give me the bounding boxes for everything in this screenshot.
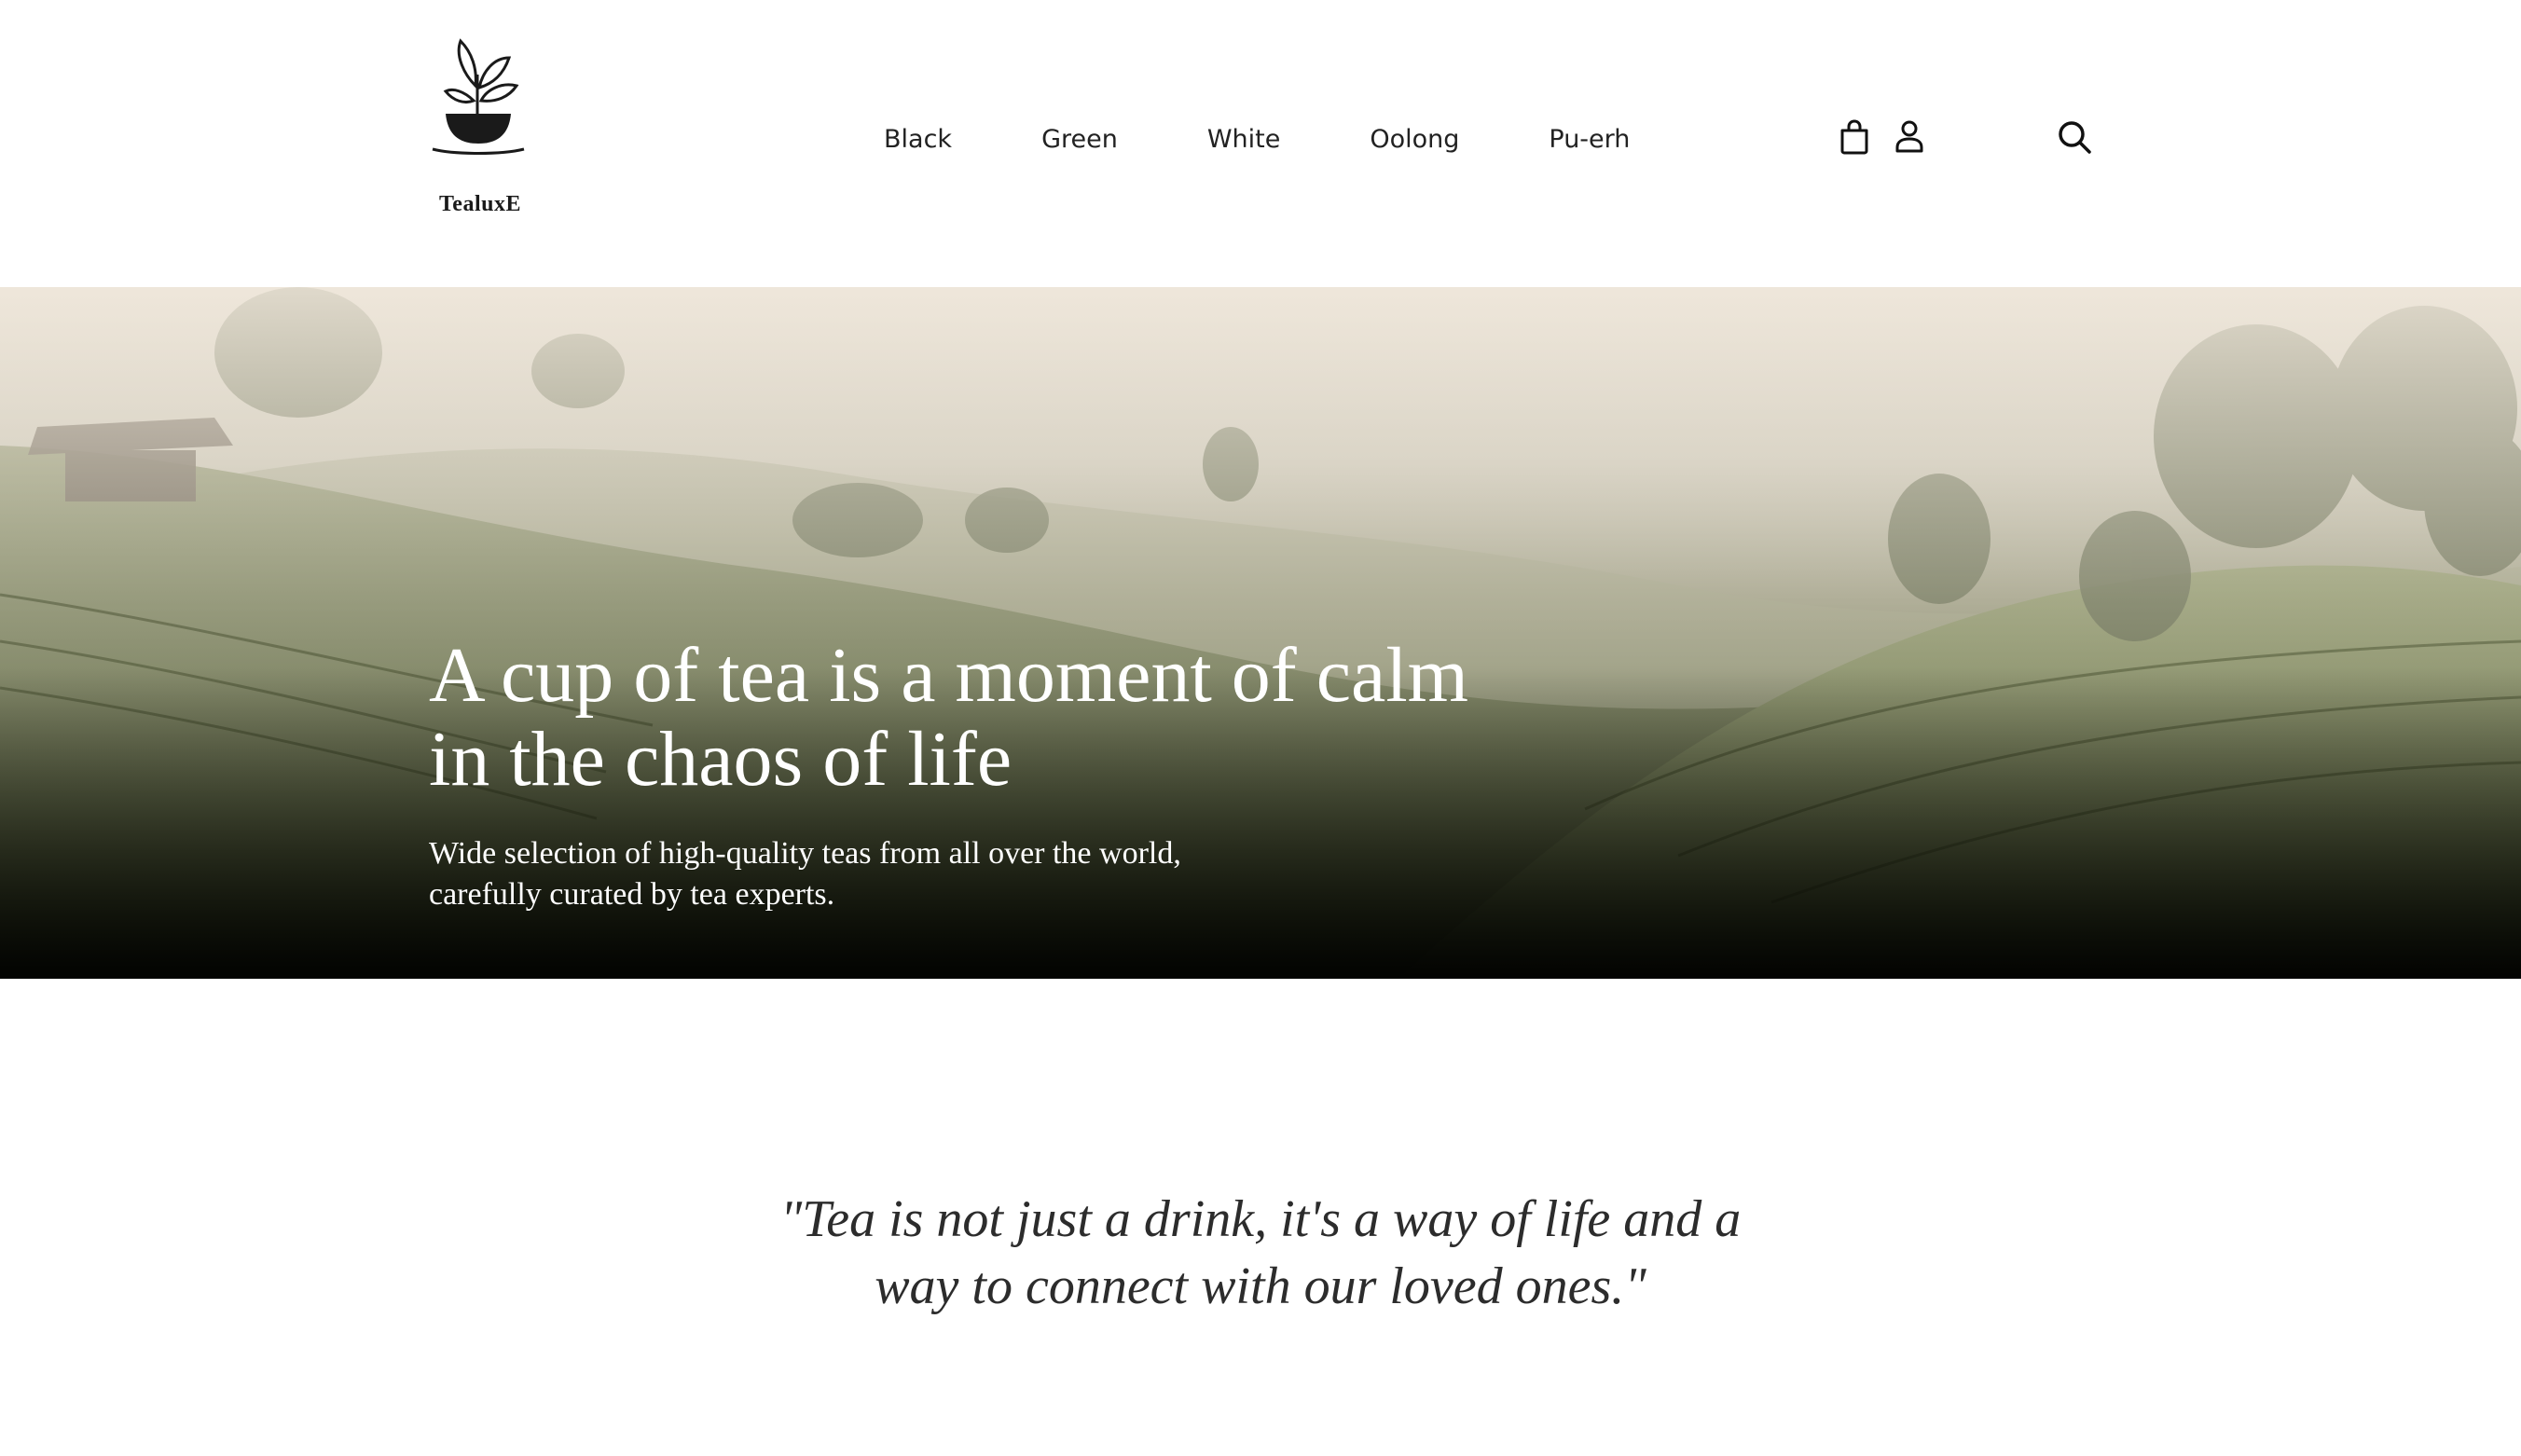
nav-item-pu-erh[interactable]: Pu-erh <box>1549 125 1630 154</box>
search-icon[interactable] <box>2057 119 2092 155</box>
hero-subtitle-line-2: carefully curated by tea experts. <box>429 877 835 912</box>
hero-banner: A cup of tea is a moment of calm in the … <box>0 287 2521 979</box>
nav-item-black[interactable]: Black <box>884 125 952 154</box>
hero-content: A cup of tea is a moment of calm in the … <box>429 634 1641 915</box>
hero-subtitle-line-1: Wide selection of high-quality teas from… <box>429 836 1181 871</box>
nav-item-green[interactable]: Green <box>1041 125 1118 154</box>
user-icon[interactable] <box>1894 119 1924 155</box>
nav-item-oolong[interactable]: Oolong <box>1370 125 1459 154</box>
brand-logo[interactable]: TealuxE <box>427 37 530 216</box>
hero-title-line-2: in the chaos of life <box>429 716 1013 803</box>
brand-name: TealuxE <box>439 192 521 216</box>
nav-item-white[interactable]: White <box>1207 125 1281 154</box>
hero-title-line-1: A cup of tea is a moment of calm <box>429 632 1469 719</box>
shopping-bag-icon[interactable] <box>1839 119 1870 155</box>
teacup-logo-icon <box>432 38 525 155</box>
tea-quote: "Tea is not just a drink, it's a way of … <box>748 1186 1773 1320</box>
main-nav: Black Green White Oolong Pu-erh <box>884 125 1630 154</box>
quote-line-2: way to connect with our loved ones." <box>875 1257 1646 1315</box>
quote-line-1: "Tea is not just a drink, it's a way of … <box>779 1190 1742 1248</box>
site-header: TealuxE Black Green White Oolong Pu-erh <box>0 0 2521 287</box>
hero-title: A cup of tea is a moment of calm in the … <box>429 634 1641 802</box>
hero-subtitle: Wide selection of high-quality teas from… <box>429 833 1268 915</box>
